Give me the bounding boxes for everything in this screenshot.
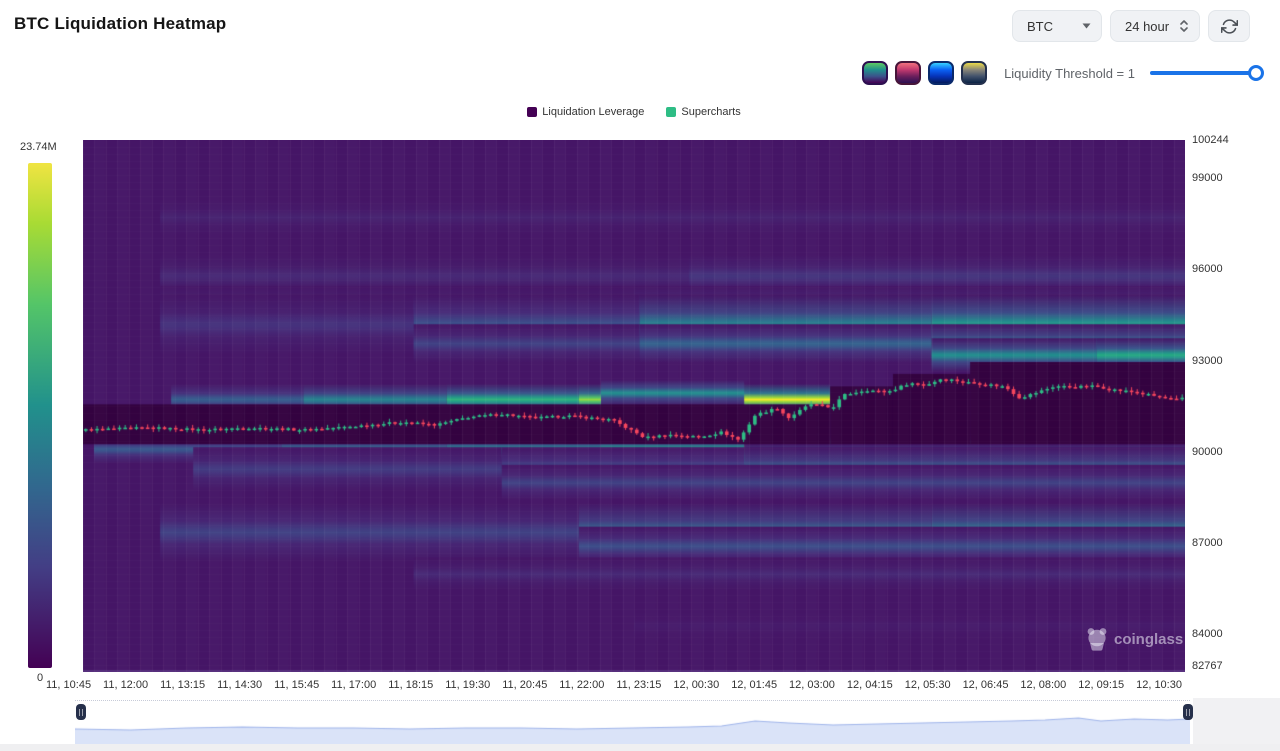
x-axis-tick: 11, 14:30 xyxy=(217,679,262,691)
legend-swatch xyxy=(527,107,537,117)
x-axis-tick: 11, 23:15 xyxy=(616,679,661,691)
x-axis-tick: 11, 22:00 xyxy=(559,679,604,691)
y-axis-tick: 82767 xyxy=(1192,660,1223,672)
palette-threshold-row: Liquidity Threshold = 1 xyxy=(862,61,1262,85)
palette-button-viridis[interactable] xyxy=(862,61,888,85)
x-axis-tick: 11, 17:00 xyxy=(331,679,376,691)
y-axis-tick: 93000 xyxy=(1192,355,1223,367)
handle-grip xyxy=(1186,709,1190,716)
liquidation-heatmap-canvas[interactable] xyxy=(83,140,1185,672)
x-axis: 11, 10:45 11, 12:00 11, 13:15 11, 14:30 11, … xyxy=(46,679,1182,691)
liquidation-heatmap-app: BTC Liquidation Heatmap BTC 24 hour Liqu… xyxy=(0,0,1280,751)
y-axis-tick: 87000 xyxy=(1192,537,1223,549)
x-axis-tick: 11, 12:00 xyxy=(103,679,148,691)
slider-track[interactable] xyxy=(1150,71,1262,75)
palette-button-magma[interactable] xyxy=(895,61,921,85)
handle-grip xyxy=(79,709,83,716)
colorbar-max-label: 23.74M xyxy=(20,141,57,153)
navigator-left-handle[interactable] xyxy=(76,704,86,720)
x-axis-tick: 11, 18:15 xyxy=(388,679,433,691)
y-axis-tick: 99000 xyxy=(1192,172,1223,184)
range-navigator[interactable] xyxy=(75,702,1190,744)
liquidity-threshold-slider[interactable] xyxy=(1150,65,1262,81)
x-axis-tick: 12, 05:30 xyxy=(905,679,951,691)
x-axis-tick: 11, 20:45 xyxy=(502,679,547,691)
symbol-select[interactable]: BTC xyxy=(1012,10,1102,42)
legend-swatch xyxy=(666,107,676,117)
legend-label: Supercharts xyxy=(681,106,740,118)
x-axis-tick: 12, 00:30 xyxy=(673,679,719,691)
top-controls: BTC 24 hour xyxy=(1012,10,1250,42)
x-axis-tick: 12, 06:45 xyxy=(963,679,1009,691)
x-axis-tick: 12, 04:15 xyxy=(847,679,893,691)
liquidity-threshold-label: Liquidity Threshold = 1 xyxy=(1004,66,1135,81)
refresh-icon xyxy=(1221,18,1238,35)
y-axis-tick: 96000 xyxy=(1192,263,1223,275)
timeframe-select-value: 24 hour xyxy=(1125,19,1169,34)
navigator-top-line xyxy=(75,700,1190,701)
x-axis-tick: 11, 13:15 xyxy=(160,679,205,691)
palette-button-cividis[interactable] xyxy=(961,61,987,85)
chevron-down-icon xyxy=(1082,23,1091,29)
refresh-button[interactable] xyxy=(1208,10,1250,42)
legend-item-supercharts[interactable]: Supercharts xyxy=(666,106,740,118)
chart-legend: Liquidation Leverage Supercharts xyxy=(83,106,1185,118)
bottom-strip xyxy=(0,744,1280,751)
x-axis-tick: 12, 09:15 xyxy=(1078,679,1124,691)
x-axis-tick: 11, 19:30 xyxy=(445,679,490,691)
x-axis-tick: 12, 08:00 xyxy=(1020,679,1066,691)
colorbar-gradient xyxy=(28,163,52,668)
y-axis-tick: 90000 xyxy=(1192,446,1223,458)
navigator-right-handle[interactable] xyxy=(1183,704,1193,720)
legend-item-liquidation-leverage[interactable]: Liquidation Leverage xyxy=(527,106,644,118)
palette-buttons xyxy=(862,61,987,85)
palette-button-blue[interactable] xyxy=(928,61,954,85)
x-axis-tick: 12, 10:30 xyxy=(1136,679,1182,691)
stepper-icon xyxy=(1179,18,1189,34)
y-axis-tick: 84000 xyxy=(1192,628,1223,640)
timeframe-select[interactable]: 24 hour xyxy=(1110,10,1200,42)
corner-filler xyxy=(1193,698,1280,744)
x-axis-tick: 11, 10:45 xyxy=(46,679,91,691)
symbol-select-value: BTC xyxy=(1027,19,1053,34)
x-axis-tick: 12, 03:00 xyxy=(789,679,835,691)
page-title: BTC Liquidation Heatmap xyxy=(14,14,226,34)
x-axis-tick: 12, 01:45 xyxy=(731,679,777,691)
x-axis-tick: 11, 15:45 xyxy=(274,679,319,691)
y-axis-tick: 100244 xyxy=(1192,134,1229,146)
legend-label: Liquidation Leverage xyxy=(542,106,644,118)
slider-thumb[interactable] xyxy=(1248,65,1264,81)
